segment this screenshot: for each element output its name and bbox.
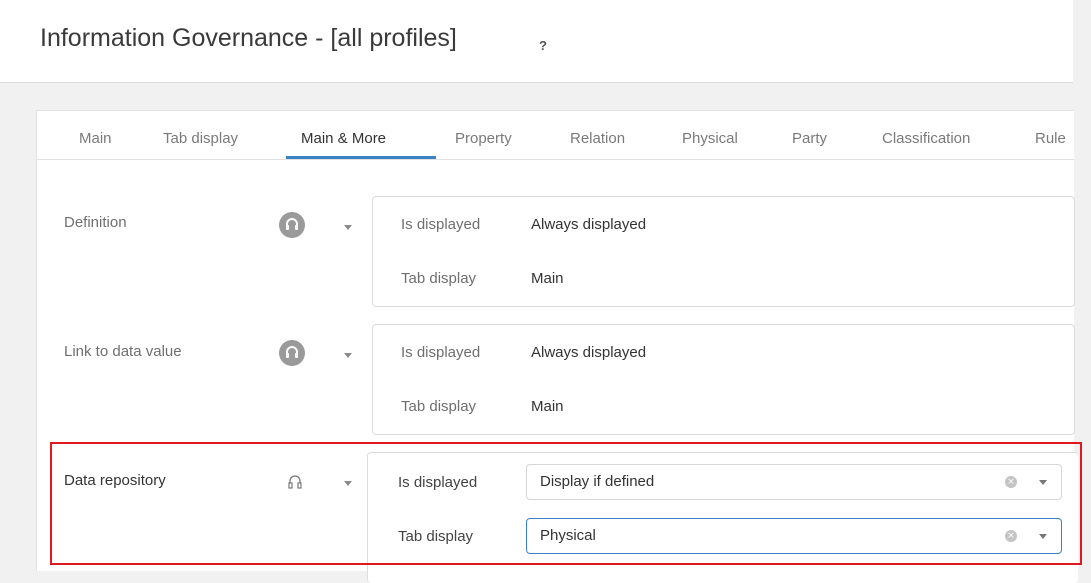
tab-main-and-more[interactable]: Main & More [301,130,386,147]
tab-display-label: Tab display [401,270,477,287]
is-displayed-label: Is displayed [401,216,481,233]
tab-display-value: Main [531,398,564,415]
tab-display-value: Main [531,270,564,287]
tab-relation[interactable]: Relation [570,130,625,147]
is-displayed-value: Always displayed [531,344,647,361]
is-displayed-value: Always displayed [531,216,647,233]
tab-tab-display[interactable]: Tab display [163,130,238,147]
tab-rule[interactable]: Rule [1035,130,1066,147]
tab-classification[interactable]: Classification [882,130,970,147]
chevron-down-icon[interactable] [344,225,352,230]
link-settings-box: Is displayed Always displayed Tab displa… [372,324,1075,435]
header-bar: Information Governance - [all profiles] … [0,0,1073,83]
tab-bar: Main Tab display Main & More Property Re… [37,111,1074,160]
definition-settings-box: Is displayed Always displayed Tab displa… [372,196,1075,307]
chevron-down-icon[interactable] [344,353,352,358]
page-title: Information Governance - [all profiles] [40,24,457,52]
is-displayed-label: Is displayed [401,344,481,361]
active-tab-indicator [286,156,436,159]
row-label-definition: Definition [64,214,127,231]
highlight-box [50,442,1082,565]
headset-icon[interactable] [279,340,305,366]
tab-display-label: Tab display [401,398,477,415]
tab-property[interactable]: Property [455,130,512,147]
headset-icon[interactable] [279,212,305,238]
tab-party[interactable]: Party [792,130,827,147]
tab-physical[interactable]: Physical [682,130,738,147]
tab-main[interactable]: Main [79,130,112,147]
row-label-link-to-data-value: Link to data value [64,343,182,360]
help-icon[interactable]: ? [539,38,547,53]
